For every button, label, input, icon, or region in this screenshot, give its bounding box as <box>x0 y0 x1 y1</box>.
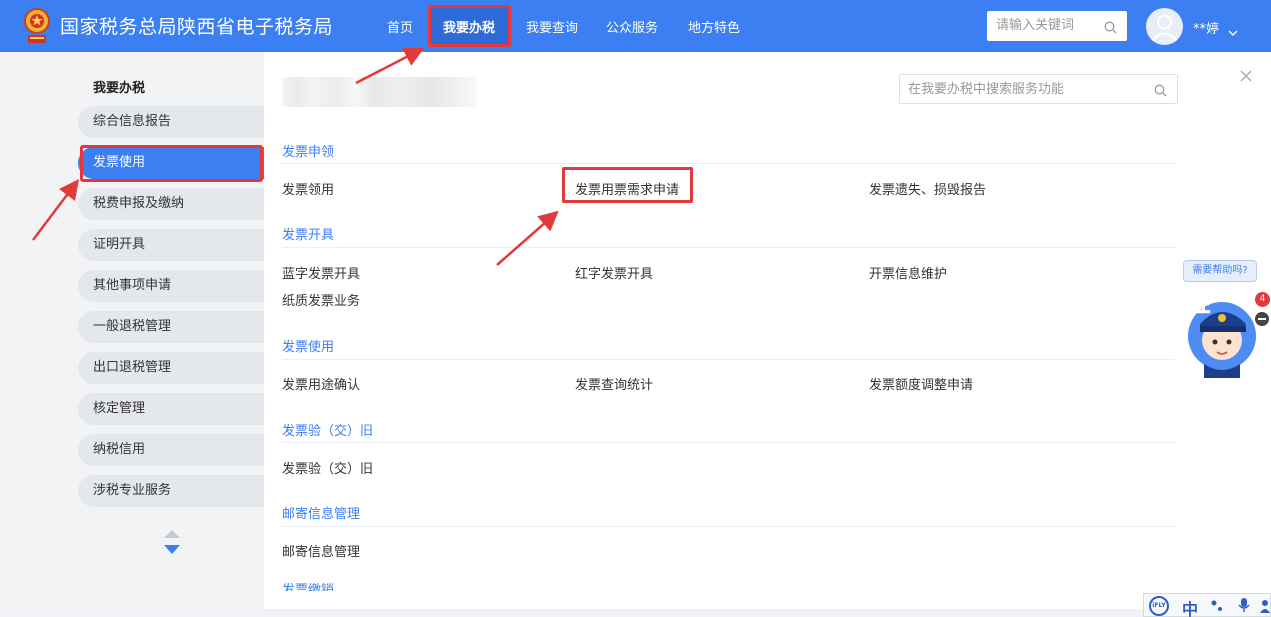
mic-icon[interactable] <box>1238 597 1250 617</box>
nav-item-local-feature[interactable]: 地方特色 <box>688 17 740 36</box>
user-icon[interactable] <box>1260 598 1270 617</box>
blurred-breadcrumb <box>282 77 477 107</box>
func-invoice-loss-report[interactable]: 发票遗失、损毁报告 <box>869 179 986 198</box>
function-search <box>899 74 1178 104</box>
avatar-icon[interactable] <box>1146 8 1183 45</box>
username[interactable]: **婷 <box>1193 18 1219 37</box>
close-icon[interactable] <box>1238 68 1254 84</box>
func-mail-info[interactable]: 邮寄信息管理 <box>282 541 360 560</box>
sidebar-item-credit[interactable]: 纳税信用 <box>78 434 264 466</box>
emblem-icon[interactable] <box>22 6 52 46</box>
func-billing-info[interactable]: 开票信息维护 <box>869 263 947 282</box>
func-invoice-demand-apply[interactable]: 发票用票需求申请 <box>575 179 679 198</box>
sidebar-item-refund[interactable]: 一般退税管理 <box>78 311 264 343</box>
header-search <box>987 11 1127 41</box>
help-bubble[interactable]: 需要帮助吗? <box>1183 260 1257 282</box>
dropdown-panel: 我要办税 综合信息报告 发票使用 税费申报及缴纳 证明开具 其他事项申请 一般退… <box>0 52 1271 609</box>
function-search-input[interactable] <box>900 75 1140 103</box>
sidebar-item-assessment[interactable]: 核定管理 <box>78 393 264 425</box>
chevron-down-icon[interactable] <box>1228 22 1238 41</box>
sidebar-item-other-application[interactable]: 其他事项申请 <box>78 270 264 302</box>
help-char-1: 征 <box>1190 292 1211 317</box>
search-icon[interactable] <box>1154 82 1167 101</box>
divider <box>282 163 1176 164</box>
minimize-icon[interactable] <box>1255 312 1269 326</box>
search-icon[interactable] <box>1104 19 1117 38</box>
sidebar-item-professional-service[interactable]: 涉税专业服务 <box>78 475 264 507</box>
scroll-arrows-icon[interactable] <box>162 528 182 558</box>
sidebar-title: 我要办税 <box>93 81 146 96</box>
nav-item-public-service[interactable]: 公众服务 <box>606 17 658 36</box>
section-title-invoice-issue: 发票开具 <box>282 228 335 243</box>
sidebar-item-declaration[interactable]: 税费申报及缴纳 <box>78 188 264 220</box>
func-invoice-purpose[interactable]: 发票用途确认 <box>282 374 360 393</box>
notification-badge[interactable]: 4 <box>1255 292 1270 307</box>
section-title-invoice-use: 发票使用 <box>282 340 335 355</box>
nav-item-tax-handling[interactable]: 我要办税 <box>443 17 495 36</box>
func-invoice-verify[interactable]: 发票验（交）旧 <box>282 458 373 477</box>
func-red-invoice[interactable]: 红字发票开具 <box>575 263 653 282</box>
divider <box>282 247 1176 248</box>
func-blue-invoice[interactable]: 蓝字发票开具 <box>282 263 360 282</box>
nav-item-home[interactable]: 首页 <box>387 17 413 36</box>
top-header: 国家税务总局陕西省电子税务局 首页 我要办税 我要查询 公众服务 地方特色 **… <box>0 0 1271 52</box>
ime-mode[interactable]: 中 <box>1182 596 1198 617</box>
sidebar-item-export-refund[interactable]: 出口退税管理 <box>78 352 264 384</box>
divider <box>282 442 1176 443</box>
sidebar-item-invoice-use[interactable]: 发票使用 <box>78 147 264 179</box>
section-title-invoice-apply: 发票申领 <box>282 145 335 160</box>
ime-toolbar: iFLY 中 <box>1143 593 1271 617</box>
divider <box>282 526 1176 527</box>
section-title-partial: 发票缴销 <box>282 583 335 591</box>
sidebar-item-info-report[interactable]: 综合信息报告 <box>78 106 264 138</box>
nav-item-query[interactable]: 我要查询 <box>526 17 578 36</box>
sidebar-item-certificate[interactable]: 证明开具 <box>78 229 264 261</box>
func-invoice-receive[interactable]: 发票领用 <box>282 179 334 198</box>
divider <box>282 359 1176 360</box>
func-quota-adjust[interactable]: 发票额度调整申请 <box>869 374 973 393</box>
ime-logo[interactable]: iFLY <box>1149 596 1169 616</box>
func-paper-invoice[interactable]: 纸质发票业务 <box>282 290 360 309</box>
section-title-mail-info: 邮寄信息管理 <box>282 507 361 522</box>
section-title-invoice-verify: 发票验（交）旧 <box>282 424 374 439</box>
header-search-input[interactable] <box>987 11 1097 39</box>
func-invoice-query[interactable]: 发票查询统计 <box>575 374 653 393</box>
help-char-4: 动 <box>1174 356 1195 381</box>
punctuation-icon[interactable] <box>1210 598 1224 617</box>
site-title[interactable]: 国家税务总局陕西省电子税务局 <box>60 12 333 39</box>
help-mascot-icon[interactable]: 征 纳 互 动 <box>1160 290 1256 382</box>
